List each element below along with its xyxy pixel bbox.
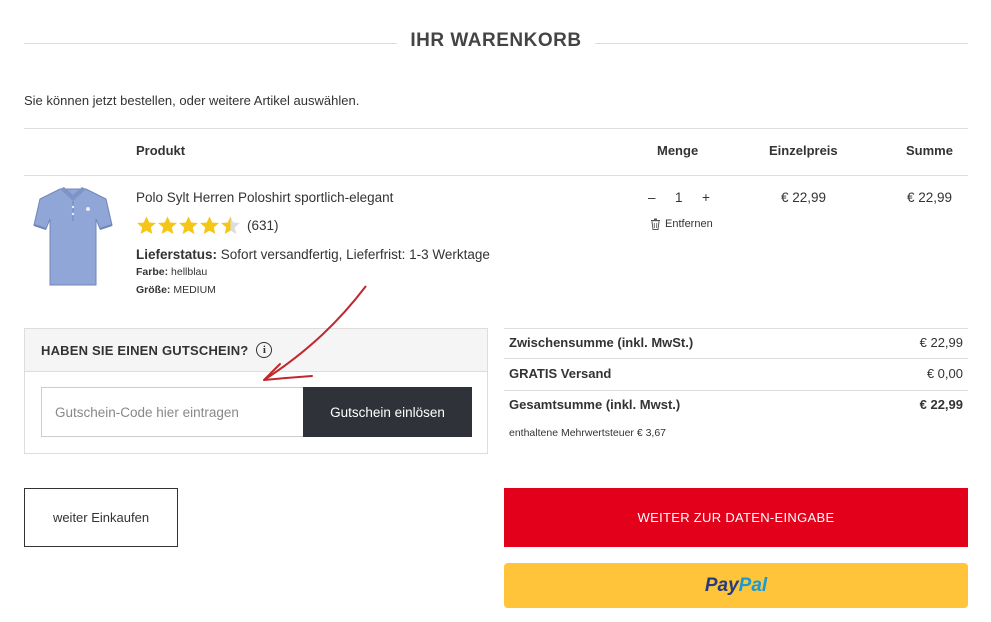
- checkout-button[interactable]: WEITER ZUR DATEN-EINGABE: [504, 488, 968, 547]
- totals-divider-2: [504, 390, 968, 391]
- subtotal-value: € 22,99: [919, 335, 963, 350]
- unit-price: € 22,99: [781, 190, 827, 205]
- coupon-code-input[interactable]: [41, 387, 303, 437]
- vat-note: enthaltene Mehrwertsteuer € 3,67: [509, 427, 667, 439]
- remove-item-button[interactable]: Entfernen: [650, 218, 713, 230]
- grand-total-label: Gesamtsumme (inkl. Mwst.): [509, 397, 681, 412]
- paypal-logo-pal: Pal: [738, 574, 768, 596]
- paypal-button[interactable]: Pay Pal: [504, 563, 968, 608]
- product-size: Größe: MEDIUM: [136, 284, 216, 296]
- trash-icon: [651, 218, 660, 230]
- product-rating: (631): [136, 215, 279, 236]
- line-total: € 22,99: [907, 190, 953, 205]
- size-value: MEDIUM: [173, 284, 216, 296]
- subtotal-label: Zwischensumme (inkl. MwSt.): [509, 335, 694, 350]
- delivery-status: Lieferstatus: Sofort versandfertig, Lief…: [136, 247, 490, 262]
- grand-total-value: € 22,99: [919, 397, 963, 412]
- table-header-divider: [24, 175, 968, 176]
- page-title-row: IHR WARENKORB: [24, 28, 968, 56]
- header-quantity: Menge: [657, 143, 699, 158]
- star-full-icon: [158, 216, 177, 234]
- redeem-coupon-button[interactable]: Gutschein einlösen: [303, 387, 472, 437]
- color-label: Farbe:: [136, 266, 169, 278]
- qty-increase-button[interactable]: +: [702, 190, 710, 205]
- totals-top-divider: [504, 328, 968, 329]
- size-label: Größe:: [136, 284, 171, 296]
- star-full-icon: [137, 216, 156, 234]
- product-image[interactable]: [32, 185, 114, 290]
- shipping-value: € 0,00: [926, 366, 963, 381]
- coupon-heading: HABEN SIE EINEN GUTSCHEIN?: [41, 342, 249, 358]
- continue-shopping-button[interactable]: weiter Einkaufen: [24, 488, 178, 547]
- header-product: Produkt: [136, 143, 186, 158]
- header-total: Summe: [906, 143, 953, 158]
- table-top-divider: [24, 128, 968, 129]
- rating-count[interactable]: (631): [247, 218, 279, 233]
- product-color: Farbe: hellblau: [136, 266, 207, 278]
- qty-decrease-button[interactable]: –: [648, 190, 656, 205]
- title-divider-right: [595, 43, 968, 44]
- star-full-icon: [200, 216, 219, 234]
- totals-divider-1: [504, 358, 968, 359]
- color-value: hellblau: [171, 266, 208, 278]
- coupon-panel: HABEN SIE EINEN GUTSCHEIN? i Gutschein e…: [24, 328, 488, 454]
- title-divider-left: [24, 43, 397, 44]
- star-half-icon: [221, 216, 240, 234]
- product-name[interactable]: Polo Sylt Herren Poloshirt sportlich-ele…: [136, 190, 393, 205]
- header-unit-price: Einzelpreis: [769, 143, 838, 158]
- intro-text: Sie können jetzt bestellen, oder weitere…: [24, 93, 360, 108]
- coupon-header: HABEN SIE EINEN GUTSCHEIN? i: [25, 329, 487, 372]
- delivery-status-value: Sofort versandfertig, Lieferfrist: 1-3 W…: [220, 247, 490, 262]
- page-title: IHR WARENKORB: [410, 30, 582, 51]
- paypal-logo-pay: Pay: [704, 574, 739, 596]
- delivery-status-label: Lieferstatus:: [136, 247, 218, 262]
- star-full-icon: [179, 216, 198, 234]
- info-icon[interactable]: i: [256, 342, 273, 358]
- remove-item-label: Entfernen: [665, 218, 713, 230]
- qty-value[interactable]: 1: [675, 190, 683, 205]
- shipping-label: GRATIS Versand: [509, 366, 612, 381]
